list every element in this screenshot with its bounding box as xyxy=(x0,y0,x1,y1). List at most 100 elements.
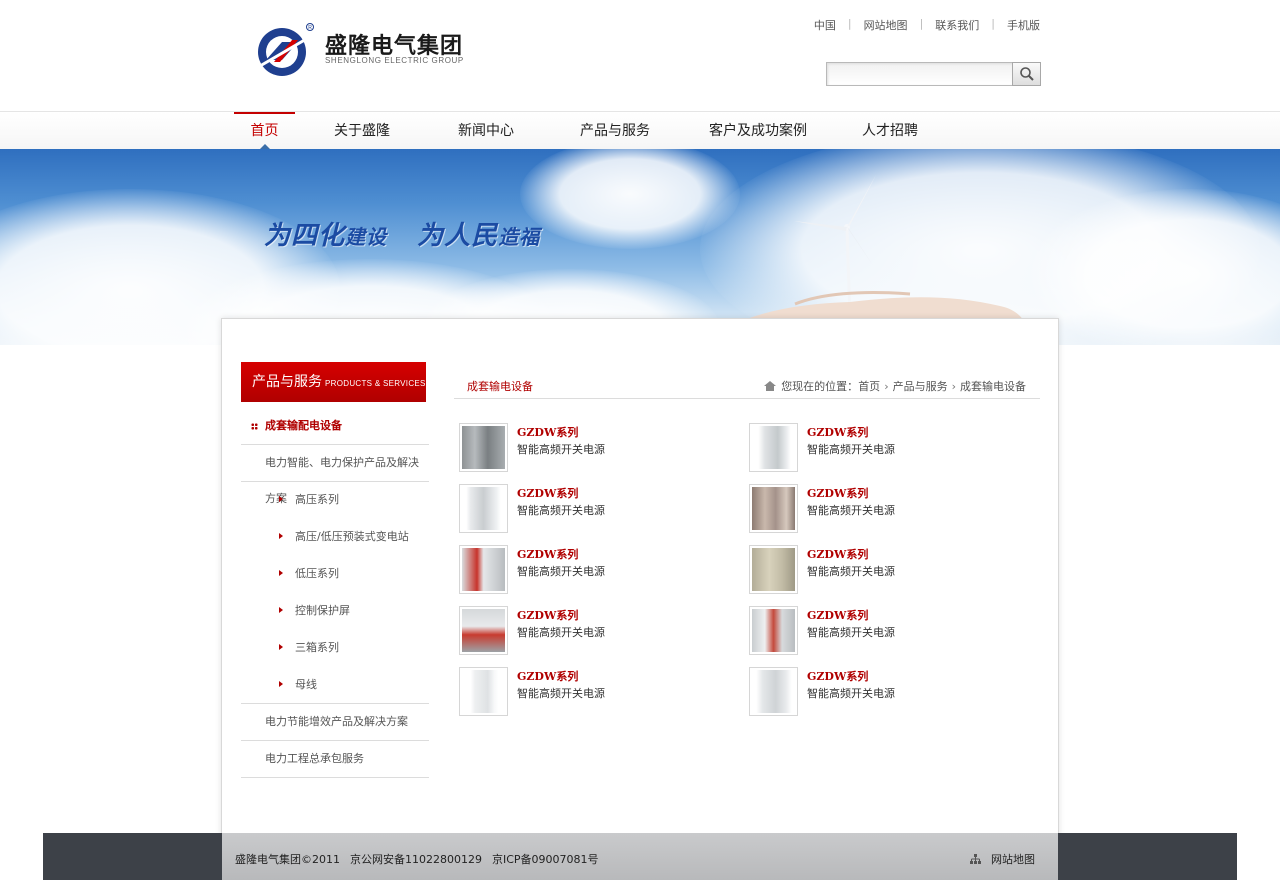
svg-text:R: R xyxy=(308,25,312,31)
section-title: 成套输电设备 xyxy=(467,380,533,393)
hero-banner: 为四化建设 为人民造福 xyxy=(0,149,1280,345)
copyright-text: 盛隆电气集团©2011 xyxy=(235,853,340,866)
product-name[interactable]: GZDW系列 xyxy=(807,424,868,440)
top-link-contact[interactable]: 联系我们 xyxy=(935,17,979,33)
top-links: 中国 | 网站地图 | 联系我们 | 手机版 xyxy=(814,17,1040,33)
chevron-right-icon: › xyxy=(884,379,889,393)
product-thumbnail[interactable] xyxy=(459,423,508,472)
sidebar-item-smart-protection[interactable]: 电力智能、电力保护产品及解决方案 xyxy=(241,445,429,505)
product-name[interactable]: GZDW系列 xyxy=(807,607,868,623)
triangle-bullet-icon xyxy=(279,681,283,687)
product-desc: 智能高频开关电源 xyxy=(807,626,895,639)
slogan-text: 造福 xyxy=(498,225,541,249)
search-input[interactable] xyxy=(826,62,1014,86)
home-icon xyxy=(764,381,777,391)
sidebar-item-label: 高压系列 xyxy=(295,493,339,506)
product-item[interactable]: GZDW系列 智能高频开关电源 xyxy=(749,423,999,473)
product-name[interactable]: GZDW系列 xyxy=(517,668,578,684)
sidebar-item-label: 控制保护屏 xyxy=(295,604,350,617)
product-name[interactable]: GZDW系列 xyxy=(807,546,868,562)
product-thumbnail[interactable] xyxy=(749,484,798,533)
police-record-text[interactable]: 京公网安备11022800129 xyxy=(350,851,482,867)
chevron-right-icon: › xyxy=(951,379,956,393)
top-link-mobile[interactable]: 手机版 xyxy=(1007,17,1040,33)
nav-home[interactable]: 首页 xyxy=(234,112,295,149)
product-item[interactable]: GZDW系列 智能高频开关电源 xyxy=(459,606,709,656)
nav-news[interactable]: 新闻中心 xyxy=(446,112,526,149)
sidebar-subitem-busbar[interactable]: 母线 xyxy=(241,667,429,704)
site-header: R 盛隆电气集团 SHENGLONG ELECTRIC GROUP 中国 | 网… xyxy=(0,0,1280,111)
breadcrumb-current[interactable]: 成套输电设备 xyxy=(960,378,1026,394)
search-button[interactable] xyxy=(1012,62,1041,86)
sidebar-title-en: PRODUCTS & SERVICES xyxy=(325,379,426,388)
sitemap-label: 网站地图 xyxy=(991,853,1035,866)
nav-cases[interactable]: 客户及成功案例 xyxy=(698,112,818,149)
sidebar-title: 产品与服务 xyxy=(252,374,322,390)
sidebar-subitem-high-voltage[interactable]: 高压系列 xyxy=(241,482,429,519)
top-link-sitemap[interactable]: 网站地图 xyxy=(864,17,908,33)
product-name[interactable]: GZDW系列 xyxy=(807,485,868,501)
triangle-bullet-icon xyxy=(279,607,283,613)
bullet-icon xyxy=(251,423,258,430)
breadcrumb-home[interactable]: 首页 xyxy=(858,378,880,394)
divider: | xyxy=(991,17,995,30)
product-thumbnail[interactable] xyxy=(459,545,508,594)
product-desc: 智能高频开关电源 xyxy=(807,687,895,700)
product-name[interactable]: GZDW系列 xyxy=(517,607,578,623)
divider: | xyxy=(919,17,924,30)
nav-products[interactable]: 产品与服务 xyxy=(570,112,660,149)
product-thumbnail[interactable] xyxy=(749,423,798,472)
main-nav: 首页 关于盛隆 新闻中心 产品与服务 客户及成功案例 人才招聘 xyxy=(0,111,1280,149)
sidebar-item-label: 高压/低压预装式变电站 xyxy=(295,530,409,543)
slogan-text: 为人民 xyxy=(417,221,499,251)
product-desc: 智能高频开关电源 xyxy=(807,443,895,456)
sidebar-item-label: 母线 xyxy=(295,678,317,691)
sidebar-item-label: 低压系列 xyxy=(295,567,339,580)
product-item[interactable]: GZDW系列 智能高频开关电源 xyxy=(459,423,709,473)
product-item[interactable]: GZDW系列 智能高频开关电源 xyxy=(749,606,999,656)
product-name[interactable]: GZDW系列 xyxy=(807,668,868,684)
product-thumbnail[interactable] xyxy=(459,667,508,716)
product-name[interactable]: GZDW系列 xyxy=(517,424,578,440)
product-thumbnail[interactable] xyxy=(749,667,798,716)
footer-copyright: 盛隆电气集团©2011 京公网安备11022800129 京ICP备090070… xyxy=(235,851,599,867)
product-item[interactable]: GZDW系列 智能高频开关电源 xyxy=(459,667,709,717)
sidebar-item-energy-saving[interactable]: 电力节能增效产品及解决方案 xyxy=(241,704,429,741)
sidebar-subitem-low-voltage[interactable]: 低压系列 xyxy=(241,556,429,593)
sidebar-item-epc-service[interactable]: 电力工程总承包服务 xyxy=(241,741,429,778)
product-item[interactable]: GZDW系列 智能高频开关电源 xyxy=(749,667,999,717)
top-link-china[interactable]: 中国 xyxy=(814,17,836,33)
product-item[interactable]: GZDW系列 智能高频开关电源 xyxy=(459,484,709,534)
sidebar-subitem-substation[interactable]: 高压/低压预装式变电站 xyxy=(241,519,429,556)
breadcrumb-bar: 成套输电设备 您现在的位置： 首页 › 产品与服务 › 成套输电设备 xyxy=(454,370,1040,399)
sidebar-item-label: 电力工程总承包服务 xyxy=(265,752,364,765)
breadcrumb-products[interactable]: 产品与服务 xyxy=(893,378,948,394)
shenglong-logo-icon[interactable]: R xyxy=(252,22,316,78)
nav-about[interactable]: 关于盛隆 xyxy=(322,112,402,149)
logo-subtitle: SHENGLONG ELECTRIC GROUP xyxy=(325,56,464,65)
sidebar-item-transmission-equipment[interactable]: 成套输配电设备 xyxy=(241,408,429,445)
product-desc: 智能高频开关电源 xyxy=(807,504,895,517)
sidebar-subitem-three-box[interactable]: 三箱系列 xyxy=(241,630,429,667)
divider: | xyxy=(847,17,852,30)
product-item[interactable]: GZDW系列 智能高频开关电源 xyxy=(459,545,709,595)
product-thumbnail[interactable] xyxy=(459,484,508,533)
product-desc: 智能高频开关电源 xyxy=(517,443,605,456)
triangle-bullet-icon xyxy=(279,496,283,502)
sidebar-header: 产品与服务 PRODUCTS & SERVICES xyxy=(241,362,426,402)
product-name[interactable]: GZDW系列 xyxy=(517,485,578,501)
product-name[interactable]: GZDW系列 xyxy=(517,546,578,562)
product-thumbnail[interactable] xyxy=(749,606,798,655)
product-thumbnail[interactable] xyxy=(459,606,508,655)
footer-sitemap-link[interactable]: 网站地图 xyxy=(970,851,1035,867)
product-item[interactable]: GZDW系列 智能高频开关电源 xyxy=(749,545,999,595)
nav-careers[interactable]: 人才招聘 xyxy=(850,112,930,149)
product-desc: 智能高频开关电源 xyxy=(517,687,605,700)
product-thumbnail[interactable] xyxy=(749,545,798,594)
sidebar-item-label: 三箱系列 xyxy=(295,641,339,654)
product-item[interactable]: GZDW系列 智能高频开关电源 xyxy=(749,484,999,534)
sitemap-icon xyxy=(970,854,981,864)
icp-record-text[interactable]: 京ICP备09007081号 xyxy=(492,851,599,867)
magnifier-icon xyxy=(1019,67,1034,81)
sidebar-subitem-control-panel[interactable]: 控制保护屏 xyxy=(241,593,429,630)
